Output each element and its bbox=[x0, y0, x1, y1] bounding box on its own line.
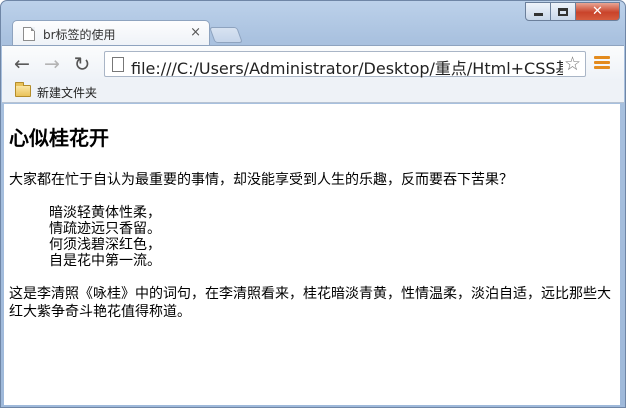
url-text[interactable]: file:///C:/Users/Administrator/Desktop/重… bbox=[131, 55, 563, 79]
poem-line: 情疏迹远只香留。 bbox=[49, 221, 161, 237]
title-bar: br标签的使用 × ✕ bbox=[1, 1, 625, 46]
tab-title: br标签的使用 bbox=[43, 28, 116, 42]
poem-line: 自是花中第一流。 bbox=[49, 253, 161, 269]
poem-line: 何须浅碧深红色， bbox=[49, 237, 161, 253]
page-favicon-icon bbox=[23, 27, 35, 41]
navigation-toolbar: ← → ↻ file:///C:/Users/Administrator/Des… bbox=[2, 45, 624, 81]
page-content: 心似桂花开 大家都在忙于自认为最重要的事情，却没能享受到人生的乐趣，反而要吞下苦… bbox=[4, 125, 620, 321]
commentary-paragraph: 这是李清照《咏桂》中的词句，在李清照看来，桂花暗淡青黄，性情温柔，淡泊自适，远比… bbox=[9, 286, 611, 320]
close-icon: ✕ bbox=[592, 4, 603, 19]
window-controls: ✕ bbox=[525, 2, 620, 22]
browser-window: br标签的使用 × ✕ ← → ↻ file:///C:/Users/Admin… bbox=[0, 0, 626, 408]
page-viewport: 心似桂花开 大家都在忙于自认为最重要的事情，却没能享受到人生的乐趣，反而要吞下苦… bbox=[4, 104, 620, 405]
tab-active[interactable]: br标签的使用 × bbox=[12, 20, 210, 46]
menu-button[interactable] bbox=[594, 56, 610, 72]
folder-icon bbox=[15, 82, 31, 97]
close-window-button[interactable]: ✕ bbox=[575, 2, 620, 21]
minimize-icon bbox=[533, 13, 543, 16]
menu-bar-icon bbox=[594, 61, 610, 64]
forward-button[interactable]: → bbox=[39, 52, 65, 76]
back-button[interactable]: ← bbox=[9, 52, 35, 76]
bookmark-folder-label[interactable]: 新建文件夹 bbox=[37, 84, 97, 101]
bookmark-star-icon[interactable]: ☆ bbox=[564, 53, 581, 75]
minimize-button[interactable] bbox=[525, 2, 551, 21]
menu-bar-icon bbox=[594, 56, 610, 59]
poem-block: 暗淡轻黄体性柔， 情疏迹远只香留。 何须浅碧深红色， 自是花中第一流。 bbox=[49, 205, 615, 269]
page-icon bbox=[112, 57, 124, 72]
address-bar[interactable]: file:///C:/Users/Administrator/Desktop/重… bbox=[104, 51, 586, 79]
close-tab-icon[interactable]: × bbox=[190, 25, 201, 41]
bookmarks-bar: 新建文件夹 bbox=[2, 81, 624, 103]
maximize-icon bbox=[558, 7, 568, 16]
reload-button[interactable]: ↻ bbox=[69, 52, 95, 76]
page-heading: 心似桂花开 bbox=[9, 126, 109, 150]
new-tab-button[interactable] bbox=[209, 27, 243, 43]
maximize-button[interactable] bbox=[550, 2, 576, 21]
poem-line: 暗淡轻黄体性柔， bbox=[49, 205, 161, 221]
menu-bar-icon bbox=[594, 66, 610, 69]
intro-paragraph: 大家都在忙于自认为最重要的事情，却没能享受到人生的乐趣，反而要吞下苦果？ bbox=[9, 172, 513, 188]
